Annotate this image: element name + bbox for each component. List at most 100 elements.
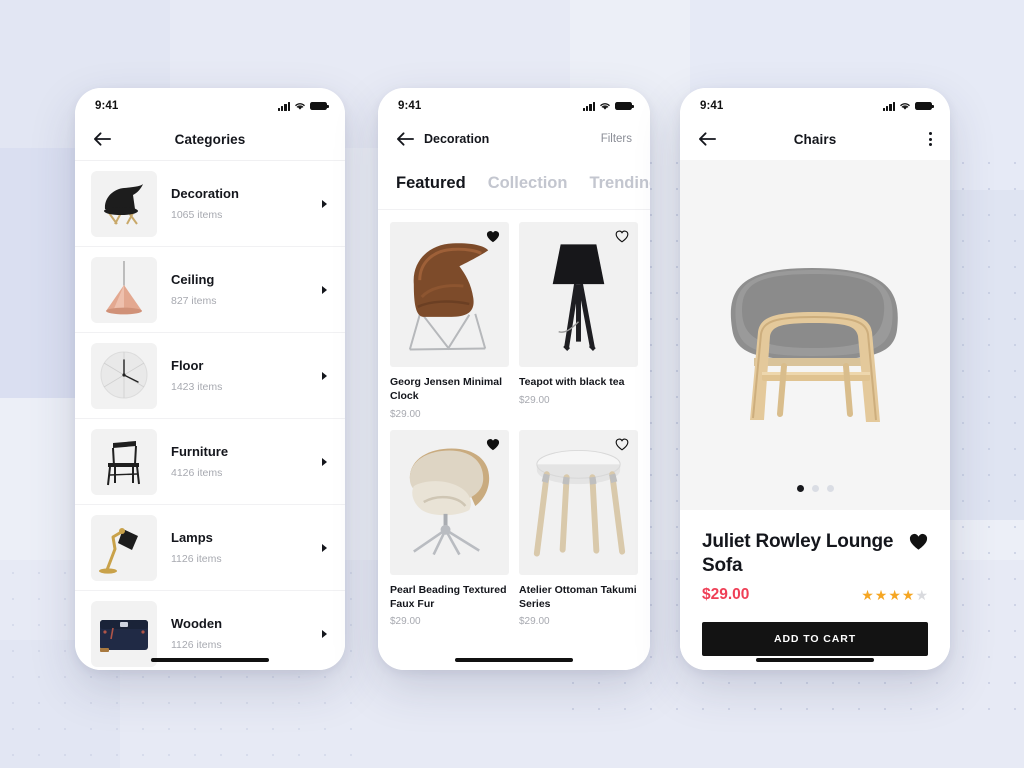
chevron-right-icon[interactable] [322,457,327,466]
category-row-lamps[interactable]: Lamps 1126 items [75,505,345,591]
category-row-furniture[interactable]: Furniture 4126 items [75,419,345,505]
home-indicator [756,657,874,662]
category-row-decoration[interactable]: Decoration 1065 items [75,161,345,247]
tab-trending[interactable]: Trending [589,174,650,193]
product-price: $29.00 [702,585,750,603]
category-count: 1423 items [171,380,223,393]
category-count: 1065 items [171,208,223,221]
thumbnail-white-wall-clock [91,342,157,409]
star-filled-4: ★ [901,586,915,603]
category-count: 1126 items [171,552,222,565]
battery-full-icon [915,101,934,111]
product-grid: Georg Jensen Minimal Clock $29.00 Teapot… [378,210,650,628]
back-arrow-icon[interactable] [698,131,717,147]
product-image-cream-swivel-armchair [390,429,509,575]
product-title: Juliet Rowley Lounge Sofa [702,531,894,576]
carousel-dots [680,485,950,492]
product-image-white-round-side-table [519,429,638,575]
phone1-screen: 9:41 Categories Decoration 1065 items Ce… [75,88,345,670]
battery-full-icon [310,101,329,111]
category-list: Decoration 1065 items Ceiling 827 items … [75,160,345,670]
wifi-icon [295,103,305,110]
product-image-walnut-shell-chair [390,222,509,367]
phone3-screen: 9:41 Chairs Juliet Rowley Lounge Sofa $2… [680,88,950,670]
product-card[interactable]: Atelier Ottoman Takumi Series $29.00 [519,429,638,627]
page-title: Categories [174,131,246,147]
thumbnail-copper-pendant-lamp [91,256,157,323]
heart-icon[interactable] [615,230,629,243]
category-name: Wooden [171,616,223,632]
category-name: Decoration [171,186,239,202]
thumbnail-brass-desk-lamp [91,514,157,581]
heart-icon[interactable] [486,438,500,451]
battery-full-icon [615,101,634,111]
category-text: Furniture 4126 items [171,444,308,479]
rating-stars: ★ ★ ★ ★ ★ [861,588,928,602]
filters-button[interactable]: Filters [601,133,632,145]
product-title: Georg Jensen Minimal Clock [390,376,503,402]
chevron-right-icon[interactable] [322,285,327,294]
category-row-ceiling[interactable]: Ceiling 827 items [75,247,345,333]
product-detail-header: Juliet Rowley Lounge Sofa [702,530,928,578]
heart-icon[interactable] [486,230,500,243]
cellular-signal-icon [882,101,895,111]
back-arrow-icon[interactable] [396,131,415,147]
product-image-black-tripod-floor-lamp [519,222,638,367]
phone3-status-bar: 9:41 [680,88,950,118]
star-filled-2: ★ [874,586,888,603]
tab-bar: Featured Collection Trending [378,160,650,210]
phone3-nav-bar: Chairs [680,118,950,160]
phone1-nav-bar: Categories [75,118,345,160]
carousel-dot-1[interactable] [796,485,804,492]
category-text: Ceiling 827 items [171,272,308,307]
product-price: $29.00 [519,394,550,406]
cellular-signal-icon [277,101,290,111]
category-text: Decoration 1065 items [171,186,308,221]
status-icons [882,101,934,111]
star-filled-1: ★ [861,586,874,603]
price-rating-row: $29.00 ★ ★ ★ ★ ★ [702,586,928,604]
tab-featured[interactable]: Featured [396,174,466,193]
phone-product-grid: 9:41 Decoration Filters Featured Collect… [378,88,650,670]
phone-product-detail: 9:41 Chairs Juliet Rowley Lounge Sofa $2… [680,88,950,670]
category-count: 4126 items [171,466,223,479]
wifi-icon [900,103,910,110]
heart-icon[interactable] [615,438,629,451]
back-arrow-icon[interactable] [93,131,112,147]
tab-collection[interactable]: Collection [488,174,568,193]
product-hero-image[interactable] [680,160,950,510]
page-title: Chairs [793,131,837,147]
category-name: Floor [171,358,204,374]
product-card[interactable]: Teapot with black tea $29.00 [519,222,638,420]
product-detail-body: Juliet Rowley Lounge Sofa $29.00 ★ ★ ★ ★… [680,510,950,656]
status-time: 9:41 [95,100,119,112]
phone2-screen: 9:41 Decoration Filters Featured Collect… [378,88,650,670]
carousel-dot-2[interactable] [811,485,819,492]
product-card[interactable]: Pearl Beading Textured Faux Fur $29.00 [390,429,509,628]
cellular-signal-icon [582,101,595,111]
product-title: Pearl Beading Textured Faux Fur [390,583,507,610]
product-price: $29.00 [390,616,421,628]
carousel-dot-3[interactable] [826,485,834,492]
product-price: $29.00 [390,408,421,420]
wifi-icon [600,103,610,110]
category-name: Lamps [171,530,213,546]
add-to-cart-button[interactable]: ADD TO CART [702,621,928,656]
chevron-right-icon[interactable] [322,629,327,638]
phone-categories: 9:41 Categories Decoration 1065 items Ce… [75,88,345,670]
category-name: Ceiling [171,272,215,288]
chevron-right-icon[interactable] [322,199,327,208]
phone1-status-bar: 9:41 [75,88,345,118]
star-empty-5: ★ [915,586,928,603]
chevron-right-icon[interactable] [322,543,327,552]
product-card[interactable]: Georg Jensen Minimal Clock $29.00 [390,222,509,420]
thumbnail-navy-laptop-case [91,600,157,667]
category-text: Floor 1423 items [171,358,308,393]
home-indicator [151,657,269,662]
category-row-floor[interactable]: Floor 1423 items [75,333,345,419]
chevron-right-icon[interactable] [322,371,327,380]
phone2-nav-bar: Decoration Filters [378,118,650,160]
product-title: Atelier Ottoman Takumi Series [519,583,637,610]
heart-filled-icon[interactable] [909,533,928,551]
more-vertical-icon[interactable] [929,132,932,146]
